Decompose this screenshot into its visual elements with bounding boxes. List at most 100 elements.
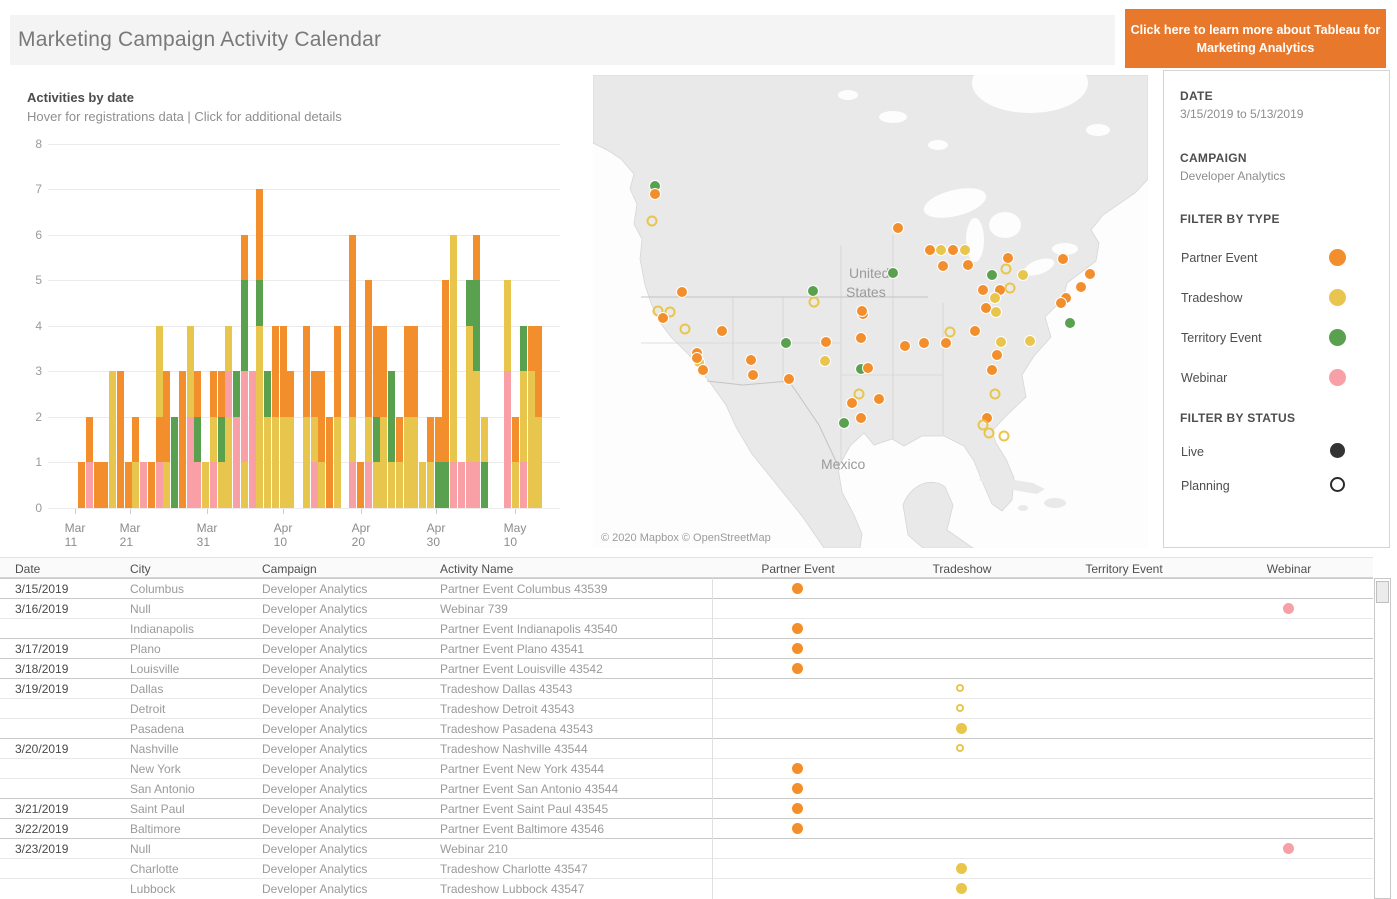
bar-segment-tradeshow[interactable] <box>287 417 294 508</box>
column-header-activity-name[interactable]: Activity Name <box>440 562 513 576</box>
bar-segment-tradeshow[interactable] <box>427 462 434 508</box>
table-row[interactable]: PasadenaDeveloper AnalyticsTradeshow Pas… <box>0 718 1373 738</box>
bar-segment-tradeshow[interactable] <box>535 417 542 508</box>
bar-segment-tradeshow[interactable] <box>373 462 380 508</box>
type-filter-webinar[interactable]: Webinar <box>1164 369 1391 389</box>
bar-segment-territory[interactable] <box>388 371 395 462</box>
map-event-dot-partner-live[interactable] <box>821 337 832 348</box>
bar-segment-partner[interactable] <box>442 280 449 462</box>
bar-segment-webinar[interactable] <box>140 462 147 508</box>
map-event-dot-territory-live[interactable] <box>987 270 998 281</box>
bar-segment-webinar[interactable] <box>473 462 480 508</box>
bar-segment-partner[interactable] <box>349 235 356 417</box>
bar-segment-territory[interactable] <box>466 280 473 326</box>
bar-segment-tradeshow[interactable] <box>272 417 279 508</box>
map-event-dot-territory-live[interactable] <box>1065 318 1076 329</box>
table-row[interactable]: 3/15/2019ColumbusDeveloper AnalyticsPart… <box>0 578 1373 598</box>
type-filter-territory[interactable]: Territory Event <box>1164 329 1391 349</box>
bar-segment-webinar[interactable] <box>466 462 473 508</box>
bar-segment-partner[interactable] <box>411 326 418 417</box>
row-event-dot-partner-live[interactable] <box>792 823 803 834</box>
bar-segment-partner[interactable] <box>473 235 480 281</box>
table-row[interactable]: 3/16/2019NullDeveloper AnalyticsWebinar … <box>0 598 1373 618</box>
bar-segment-tradeshow[interactable] <box>241 462 248 508</box>
table-row[interactable]: DetroitDeveloper AnalyticsTradeshow Detr… <box>0 698 1373 718</box>
bar-segment-partner[interactable] <box>311 371 318 417</box>
row-event-dot-tradeshow-planning[interactable] <box>956 684 964 692</box>
bar-segment-partner[interactable] <box>163 371 170 462</box>
map-event-dot-tradeshow-live[interactable] <box>1018 270 1029 281</box>
bar-segment-territory[interactable] <box>520 326 527 372</box>
bar-segment-partner[interactable] <box>117 371 124 508</box>
table-row[interactable]: LubbockDeveloper AnalyticsTradeshow Lubb… <box>0 878 1373 898</box>
table-row[interactable]: CharlotteDeveloper AnalyticsTradeshow Ch… <box>0 858 1373 878</box>
map-event-dot-partner-live[interactable] <box>746 355 757 366</box>
table-row[interactable]: 3/18/2019LouisvilleDeveloper AnalyticsPa… <box>0 658 1373 678</box>
row-event-dot-partner-live[interactable] <box>792 643 803 654</box>
bar-segment-partner[interactable] <box>280 326 287 417</box>
row-event-dot-webinar-live[interactable] <box>1283 603 1294 614</box>
map-event-dot-territory-live[interactable] <box>781 338 792 349</box>
bar-segment-webinar[interactable] <box>365 462 372 508</box>
bar-segment-territory[interactable] <box>481 462 488 508</box>
bar-segment-tradeshow[interactable] <box>365 417 372 463</box>
map-event-dot-partner-live[interactable] <box>847 398 858 409</box>
bar-segment-webinar[interactable] <box>520 462 527 508</box>
bar-segment-tradeshow[interactable] <box>396 462 403 508</box>
map-event-dot-partner-live[interactable] <box>978 285 989 296</box>
bar-segment-tradeshow[interactable] <box>380 417 387 508</box>
map-event-dot-partner-live[interactable] <box>963 260 974 271</box>
bar-segment-tradeshow[interactable] <box>109 371 116 508</box>
bar-segment-tradeshow[interactable] <box>311 417 318 463</box>
row-event-dot-partner-live[interactable] <box>792 623 803 634</box>
bar-segment-tradeshow[interactable] <box>210 417 217 463</box>
bar-segment-partner[interactable] <box>101 462 108 508</box>
map-event-dot-partner-live[interactable] <box>857 306 868 317</box>
bar-segment-tradeshow[interactable] <box>318 462 325 508</box>
bar-segment-territory[interactable] <box>171 417 178 508</box>
event-map[interactable]: United States Mexico © 2020 Mapbox © Ope… <box>593 75 1148 548</box>
map-event-dot-partner-live[interactable] <box>856 413 867 424</box>
bar-segment-territory[interactable] <box>194 417 201 463</box>
bar-segment-tradeshow[interactable] <box>132 462 139 508</box>
bar-segment-partner[interactable] <box>132 417 139 463</box>
bar-segment-territory[interactable] <box>218 417 225 463</box>
table-row[interactable]: New YorkDeveloper AnalyticsPartner Event… <box>0 758 1373 778</box>
bar-segment-partner[interactable] <box>535 326 542 417</box>
bar-segment-webinar[interactable] <box>450 462 457 508</box>
bar-segment-webinar[interactable] <box>233 417 240 508</box>
bar-segment-webinar[interactable] <box>156 462 163 508</box>
table-row[interactable]: 3/23/2019NullDeveloper AnalyticsWebinar … <box>0 838 1373 858</box>
bar-segment-territory[interactable] <box>435 462 442 508</box>
bar-segment-tradeshow[interactable] <box>225 417 232 508</box>
territory-legend-dot[interactable] <box>1329 329 1346 346</box>
bar-segment-partner[interactable] <box>303 326 310 417</box>
table-row[interactable]: 3/22/2019BaltimoreDeveloper AnalyticsPar… <box>0 818 1373 838</box>
map-event-dot-tradeshow-planning[interactable] <box>1000 432 1009 441</box>
tradeshow-legend-dot[interactable] <box>1329 289 1346 306</box>
map-event-dot-tradeshow-live[interactable] <box>996 337 1007 348</box>
map-event-dot-partner-live[interactable] <box>938 261 949 272</box>
bar-segment-tradeshow[interactable] <box>156 326 163 417</box>
map-event-dot-partner-live[interactable] <box>900 341 911 352</box>
bar-segment-partner[interactable] <box>373 326 380 417</box>
map-event-dot-tradeshow-live[interactable] <box>820 356 831 367</box>
column-header-territory-event[interactable]: Territory Event <box>1085 562 1162 576</box>
map-event-dot-territory-live[interactable] <box>888 268 899 279</box>
column-header-campaign[interactable]: Campaign <box>262 562 317 576</box>
table-scrollbar[interactable] <box>1374 578 1391 899</box>
row-event-dot-partner-live[interactable] <box>792 763 803 774</box>
map-event-dot-partner-live[interactable] <box>925 245 936 256</box>
row-event-dot-partner-live[interactable] <box>792 803 803 814</box>
bar-segment-tradeshow[interactable] <box>163 462 170 508</box>
bar-segment-territory[interactable] <box>241 280 248 371</box>
bar-segment-tradeshow[interactable] <box>280 417 287 508</box>
map-event-dot-partner-live[interactable] <box>1076 282 1087 293</box>
bar-segment-partner[interactable] <box>528 326 535 372</box>
bar-segment-tradeshow[interactable] <box>466 326 473 463</box>
scrollbar-thumb[interactable] <box>1376 581 1389 603</box>
map-event-dot-partner-live[interactable] <box>698 365 709 376</box>
map-event-dot-partner-live[interactable] <box>863 363 874 374</box>
status-filter-live[interactable]: Live <box>1164 443 1391 463</box>
bar-segment-tradeshow[interactable] <box>411 417 418 508</box>
